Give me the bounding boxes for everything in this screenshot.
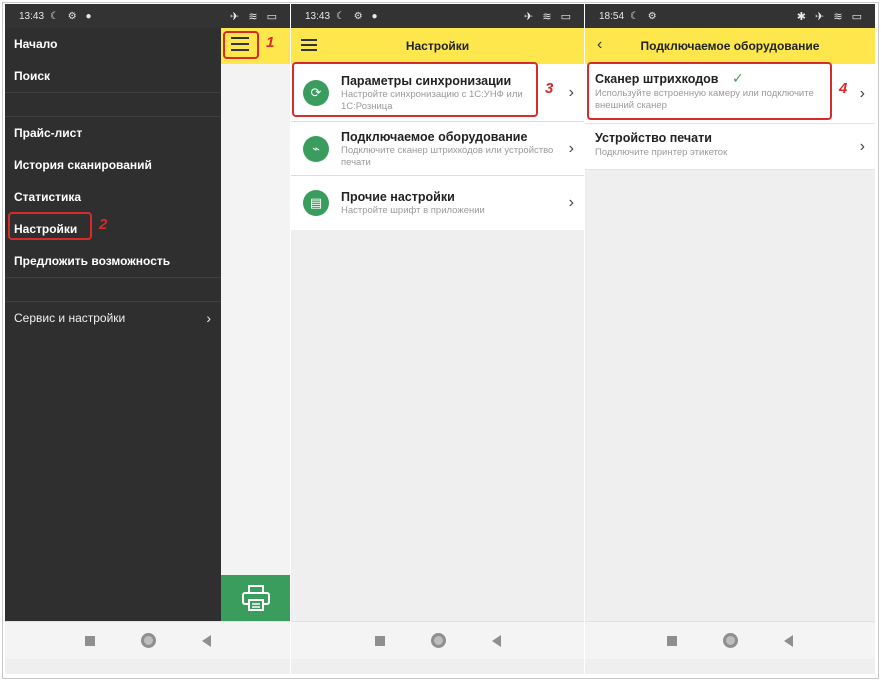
navigation-drawer: Начало Поиск Прайс-лист История сканиров… xyxy=(5,28,221,621)
drawer-item-scan-history[interactable]: История сканирований xyxy=(5,149,221,181)
chevron-right-icon: › xyxy=(859,84,865,102)
callout-number: 3 xyxy=(545,80,554,97)
item-subtitle: Настройте шрифт в приложении xyxy=(341,205,485,216)
scanner-icon: ⌁ xyxy=(303,135,329,162)
print-button[interactable] xyxy=(221,575,290,621)
chevron-right-icon: › xyxy=(859,137,865,155)
list-item-other-settings[interactable]: ▤ Прочие настройки Настройте шрифт в при… xyxy=(291,176,584,230)
app-header: Настройки xyxy=(291,28,584,64)
status-time: 18:54 xyxy=(599,10,625,22)
recents-icon[interactable] xyxy=(667,635,677,646)
status-time: 13:43 xyxy=(19,10,45,22)
page-title: Подключаемое оборудование xyxy=(640,39,820,53)
list-item-printer[interactable]: Устройство печати Подключите принтер эти… xyxy=(585,124,875,170)
app-header: ‹ Подключаемое оборудование xyxy=(585,28,875,64)
settings-content: ⟳ Параметры синхронизации Настройте синх… xyxy=(291,64,584,621)
drawer-item-home[interactable]: Начало xyxy=(5,28,221,60)
page-title: Настройки xyxy=(405,39,470,53)
recents-icon[interactable] xyxy=(84,635,95,646)
recents-icon[interactable] xyxy=(374,635,385,646)
home-icon[interactable] xyxy=(723,633,738,648)
item-subtitle: Настройте синхронизацию с 1С:УНФ или 1С:… xyxy=(341,88,523,112)
system-nav-bar xyxy=(291,621,584,659)
phone-drawer: 13:43 ☾ ⚙ ● ✈ ≋ ▭ Начало Поиск Прайс-лис… xyxy=(5,4,290,674)
chevron-right-icon: › xyxy=(568,139,574,157)
phone-settings: 13:43 ☾ ⚙ ● ✈ ≋ ▭ Настройки ⟳ Параметры … xyxy=(291,4,584,674)
item-subtitle: Подключите принтер этикеток xyxy=(595,147,728,158)
item-title: Сканер штрихкодов xyxy=(595,72,719,86)
status-right-icons: ✱ ✈ ≋ ▭ xyxy=(796,10,865,23)
drawer-item-service-settings[interactable]: Сервис и настройки › xyxy=(5,302,221,334)
dimmed-app-area xyxy=(221,28,290,621)
printer-icon xyxy=(241,585,270,611)
list-item-sync-params[interactable]: ⟳ Параметры синхронизации Настройте синх… xyxy=(291,64,584,122)
status-left-icons: ☾ ⚙ xyxy=(630,10,660,22)
status-bar: 18:54 ☾ ⚙ ✱ ✈ ≋ ▭ xyxy=(585,4,875,28)
status-bar: 13:43 ☾ ⚙ ● ✈ ≋ ▭ xyxy=(5,4,290,28)
drawer-item-search[interactable]: Поиск xyxy=(5,60,221,92)
item-subtitle: Подключите сканер штрихкодов или устройс… xyxy=(341,144,554,168)
item-title: Параметры синхронизации xyxy=(341,73,512,88)
app-header-partial xyxy=(221,28,290,64)
chevron-right-icon: › xyxy=(568,83,574,101)
drawer-item-suggest-feature[interactable]: Предложить возможность xyxy=(5,245,221,277)
drawer-item-price-list[interactable]: Прайс-лист xyxy=(5,117,221,149)
item-subtitle: Используйте встроенную камеру или подклю… xyxy=(595,88,814,111)
callout-number: 2 xyxy=(99,216,108,233)
back-icon[interactable] xyxy=(201,634,211,647)
item-title: Устройство печати xyxy=(595,131,712,145)
status-left-icons: ☾ ⚙ ● xyxy=(50,10,95,22)
home-icon[interactable] xyxy=(430,633,446,648)
phone-equipment: 18:54 ☾ ⚙ ✱ ✈ ≋ ▭ ‹ Подключаемое оборудо… xyxy=(585,4,875,674)
status-time: 13:43 xyxy=(305,10,331,22)
back-icon[interactable] xyxy=(784,634,793,647)
home-icon[interactable] xyxy=(140,633,156,648)
equipment-content: Сканер штрихкодов ✓ Используйте встроенн… xyxy=(585,64,875,621)
settings-list: ⟳ Параметры синхронизации Настройте синх… xyxy=(291,64,584,230)
callout-number: 1 xyxy=(266,34,275,51)
status-left-icons: ☾ ⚙ ● xyxy=(336,10,381,22)
menu-icon[interactable] xyxy=(231,37,249,51)
back-icon[interactable] xyxy=(491,634,501,647)
item-title: Подключаемое оборудование xyxy=(341,129,528,144)
system-nav-bar xyxy=(5,621,290,659)
sync-icon: ⟳ xyxy=(303,79,329,106)
list-item-barcode-scanner[interactable]: Сканер штрихкодов ✓ Используйте встроенн… xyxy=(585,64,875,124)
callout-number: 4 xyxy=(839,80,848,97)
list-item-equipment[interactable]: ⌁ Подключаемое оборудование Подключите с… xyxy=(291,122,584,176)
chevron-right-icon: › xyxy=(206,310,211,326)
drawer-item-statistics[interactable]: Статистика xyxy=(5,181,221,213)
item-title: Прочие настройки xyxy=(341,190,455,204)
settings-doc-icon: ▤ xyxy=(303,190,329,216)
drawer-item-settings[interactable]: Настройки xyxy=(5,213,221,245)
chevron-right-icon: › xyxy=(568,194,574,211)
status-right-icons: ✈ ≋ ▭ xyxy=(230,10,280,23)
status-right-icons: ✈ ≋ ▭ xyxy=(524,10,574,23)
system-nav-bar xyxy=(585,621,875,659)
service-settings-label: Сервис и настройки xyxy=(14,311,126,325)
status-bar: 13:43 ☾ ⚙ ● ✈ ≋ ▭ xyxy=(291,4,584,28)
checkmark-icon: ✓ xyxy=(731,70,744,86)
